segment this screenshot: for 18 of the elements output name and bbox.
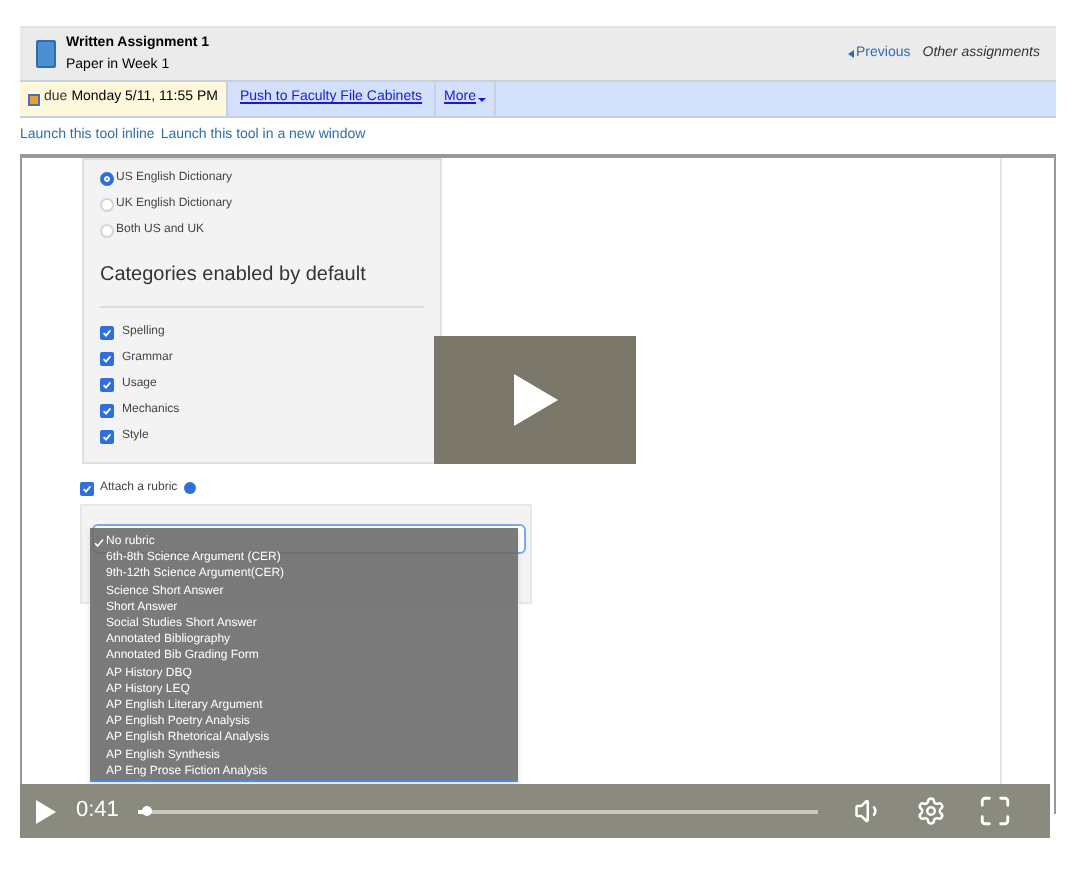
checkbox[interactable] [100,378,114,392]
settings-icon[interactable] [916,796,947,826]
fullscreen-icon[interactable] [978,794,1013,828]
calendar-icon [28,93,40,105]
help-icon[interactable] [183,482,196,494]
checkbox[interactable] [100,326,114,340]
book-icon [36,40,56,68]
play-button[interactable] [434,336,636,464]
time-display: 0:41 [76,796,119,827]
radio-button[interactable] [100,172,114,186]
checkbox[interactable] [100,352,114,366]
checkbox[interactable] [100,430,114,444]
section-heading: Categories enabled by default [100,260,424,308]
play-icon[interactable] [36,799,56,823]
checkbox[interactable] [80,481,94,495]
play-icon [513,374,557,426]
progress-thumb[interactable] [141,805,152,815]
checkbox[interactable] [100,404,114,418]
